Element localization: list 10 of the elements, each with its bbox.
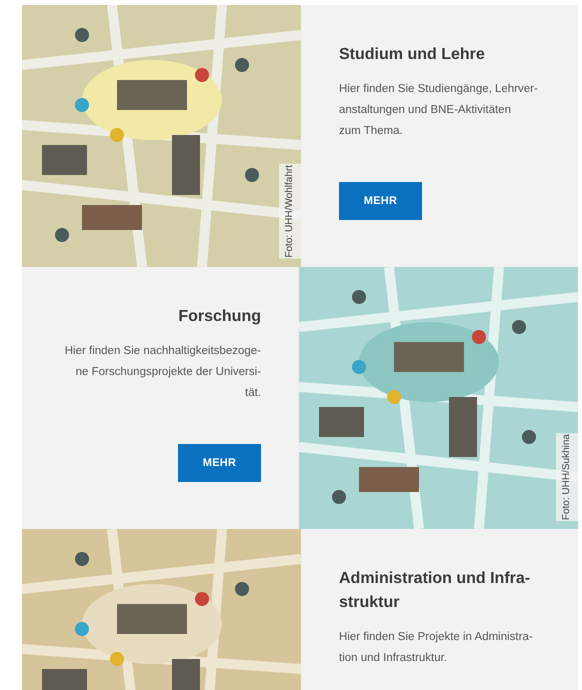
section-description: Hier finden Sie Studiengänge, Lehrver- anstaltungen und BNE-Aktivitäten zum Thema.	[339, 82, 538, 139]
photo-credit: Foto: UHH/Wohlfahrt	[279, 164, 301, 259]
section-description: Hier finden Sie Projekte in Administra- tion und Infrastruktur.	[339, 630, 533, 666]
photo-credit: Foto: UHH/Sukhina	[556, 432, 578, 521]
section-title: Administration und Infra- struktur	[339, 569, 530, 613]
section-title: Studium und Lehre	[339, 45, 485, 65]
section-title: Forschung	[178, 307, 261, 327]
section-description: Hier finden Sie nachhaltigkeitsbezoge- ne Forschungsprojekte der Universi- tät.	[64, 344, 261, 401]
more-button[interactable]: MEHR	[178, 444, 261, 482]
more-button[interactable]: MEHR	[339, 182, 422, 220]
